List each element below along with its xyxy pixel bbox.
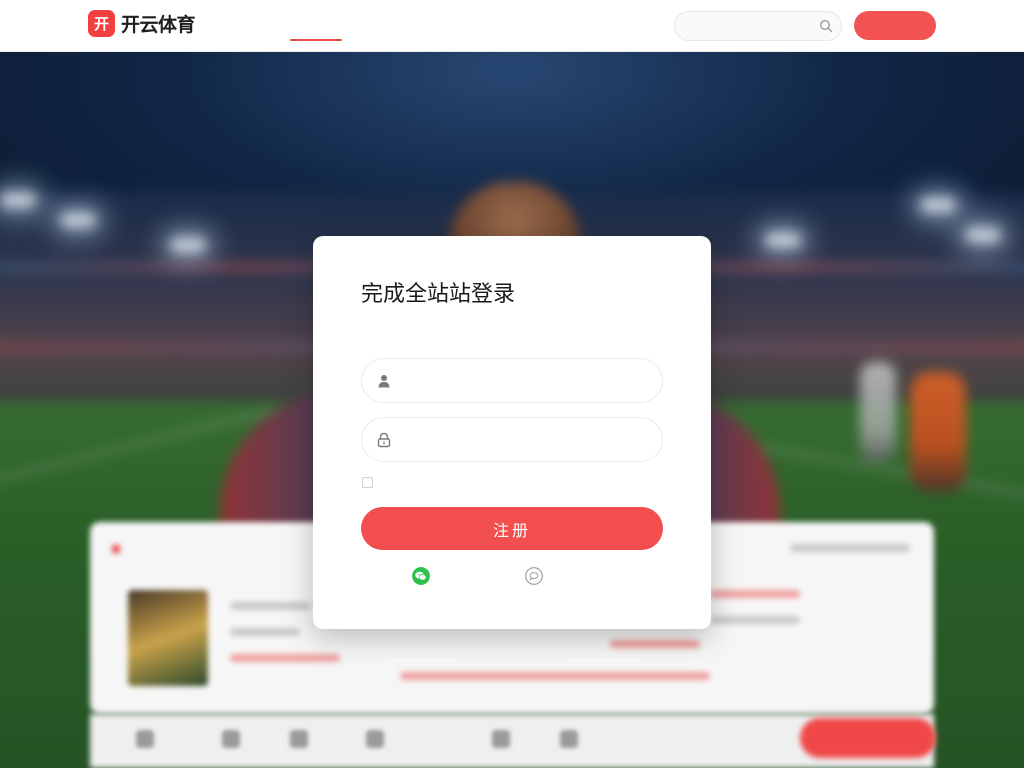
background-icon xyxy=(560,730,578,748)
login-modal: 完成全站站登录 注册 xyxy=(313,236,711,629)
background-thumbnail xyxy=(128,590,208,686)
forgot-password-link[interactable] xyxy=(599,474,663,490)
background-text-line xyxy=(400,672,710,680)
nav-item-3[interactable] xyxy=(458,0,510,52)
background-icon xyxy=(492,730,510,748)
username-field xyxy=(361,358,663,403)
background-text-line xyxy=(710,616,800,624)
username-input[interactable] xyxy=(404,359,648,402)
search-box xyxy=(674,11,842,41)
background-icon xyxy=(290,730,308,748)
wechat-login-label xyxy=(437,569,497,583)
wechat-icon xyxy=(412,567,430,585)
background-icon xyxy=(366,730,384,748)
background-divider-text xyxy=(468,652,560,666)
wechat-login-option[interactable] xyxy=(412,567,497,585)
background-text-line xyxy=(710,590,800,598)
modal-title: 完成全站站登录 xyxy=(361,282,516,307)
top-navigation-bar: 开 开云体育 xyxy=(0,0,1024,52)
background-text-line xyxy=(610,640,700,648)
background-text-line xyxy=(230,602,310,610)
lock-icon xyxy=(377,432,391,448)
nav-item-2[interactable] xyxy=(374,0,426,52)
third-party-login-option[interactable] xyxy=(525,567,610,585)
password-field xyxy=(361,417,663,462)
background-icon xyxy=(222,730,240,748)
search-icon[interactable] xyxy=(819,19,833,33)
chat-bubble-icon xyxy=(525,567,543,585)
user-icon xyxy=(378,375,390,388)
background-text-line xyxy=(230,628,300,636)
background-text-line xyxy=(790,544,910,552)
modal-subtitle xyxy=(361,312,671,328)
background-divider xyxy=(386,650,642,668)
remember-checkbox[interactable] xyxy=(362,476,373,488)
logo-text: 开云体育 xyxy=(121,14,196,36)
header-cta-button[interactable] xyxy=(854,11,936,40)
site-logo[interactable]: 开 开云体育 xyxy=(88,10,196,37)
third-party-login-label xyxy=(550,569,610,583)
register-button[interactable]: 注册 xyxy=(361,507,663,550)
background-text-line xyxy=(230,654,340,662)
search-input[interactable] xyxy=(689,12,813,40)
logo-mark-icon: 开 xyxy=(88,10,115,37)
password-input[interactable] xyxy=(404,418,648,461)
background-button xyxy=(800,718,936,758)
main-nav xyxy=(290,0,510,52)
remember-me[interactable] xyxy=(362,475,428,489)
nav-item-1[interactable] xyxy=(290,0,342,52)
background-icon xyxy=(136,730,154,748)
background-card-title xyxy=(112,542,128,556)
remember-label xyxy=(378,475,428,489)
